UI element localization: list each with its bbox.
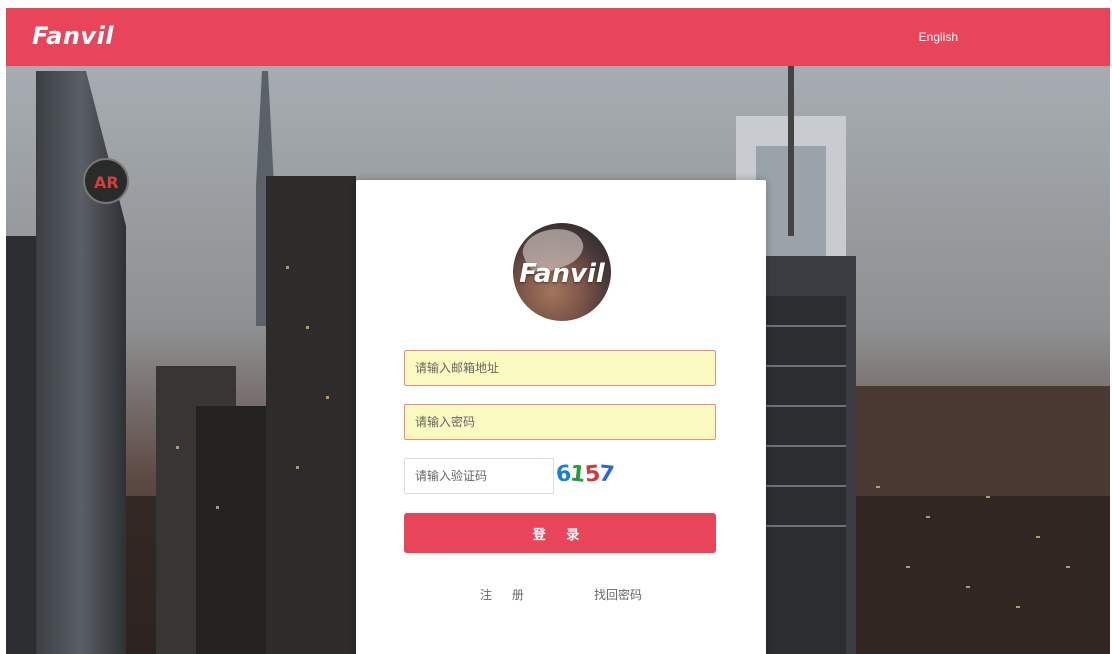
avatar-logo-text: Fanvil bbox=[519, 259, 605, 289]
login-button[interactable]: 登 录 bbox=[404, 513, 716, 553]
login-card: Fanvil 6157 登 录 注 册 找回密码 bbox=[356, 180, 766, 654]
captcha-text: 6157 bbox=[555, 461, 615, 488]
captcha-input[interactable] bbox=[404, 458, 554, 494]
forgot-password-link[interactable]: 找回密码 bbox=[594, 586, 642, 603]
captcha-image[interactable]: 6157 bbox=[555, 461, 626, 490]
brand-logo[interactable]: Fanvil bbox=[32, 22, 114, 50]
register-link[interactable]: 注 册 bbox=[480, 586, 532, 603]
page-frame: Fanvil English AR Fanvil 请输入邮箱地址 请输入验证码 … bbox=[6, 8, 1110, 654]
email-input[interactable] bbox=[404, 350, 716, 386]
top-navbar: Fanvil English bbox=[6, 8, 1110, 66]
captcha-char: 7 bbox=[597, 461, 615, 488]
brand-avatar: Fanvil bbox=[513, 223, 611, 321]
language-switch-link[interactable]: English bbox=[919, 30, 958, 44]
password-input[interactable] bbox=[404, 404, 716, 440]
